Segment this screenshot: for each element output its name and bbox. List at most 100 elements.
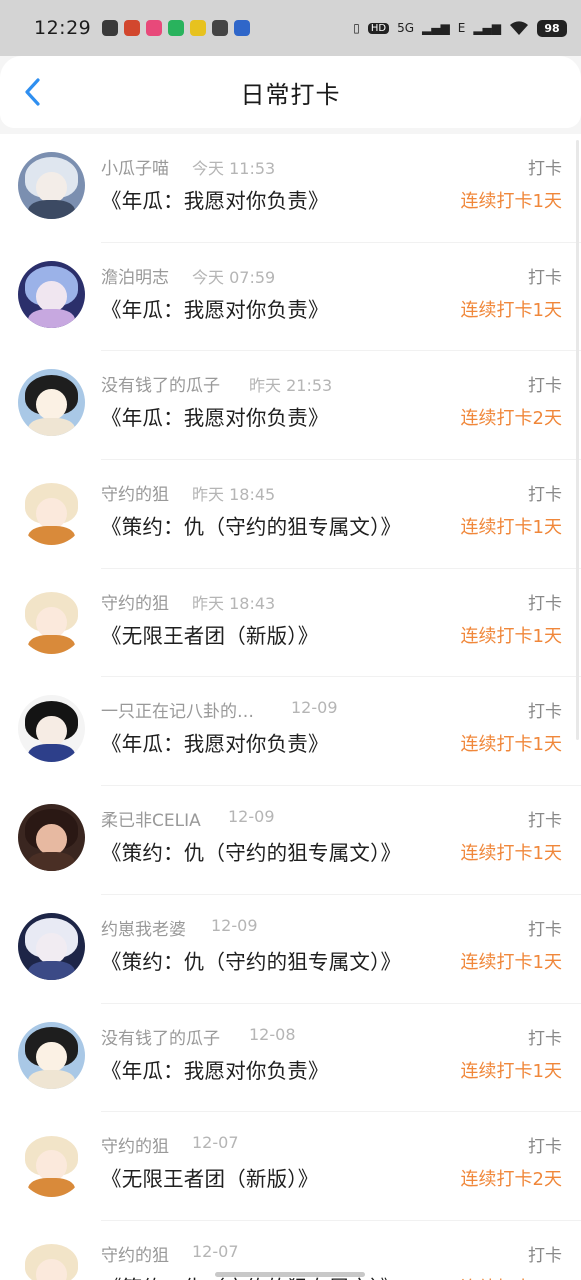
streak-label: 连续打卡1天 — [460, 625, 562, 647]
checkin-time: 昨天 18:45 — [192, 485, 276, 505]
wechat-icon — [102, 20, 118, 36]
action-label: 打卡 — [528, 702, 562, 723]
streak-label: 连续打卡2天 — [460, 1169, 562, 1191]
avatar-face — [36, 498, 67, 529]
avatar[interactable] — [18, 1021, 85, 1089]
checkin-row[interactable]: 一只正在记八卦的… 12-09 《年瓜：我愿对你负责》 打卡连续打卡1天 — [0, 677, 581, 787]
user-name[interactable]: 一只正在记八卦的… — [101, 697, 254, 722]
avatar[interactable] — [18, 586, 85, 654]
user-name[interactable]: 澹泊明志 — [101, 263, 169, 288]
checkin-time: 12-09 — [211, 915, 258, 935]
book-title[interactable]: 《无限王者团（新版）》 — [101, 619, 318, 649]
avatar-body — [28, 417, 75, 437]
checkin-row[interactable]: 小瓜子喵 今天 11:53 《年瓜：我愿对你负责》 打卡 连续打卡1天 — [0, 134, 581, 243]
game-app-icon — [124, 20, 140, 36]
avatar-face — [36, 1041, 67, 1073]
checkin-time: 12-09 — [291, 698, 338, 718]
header: 日常打卡 — [0, 56, 581, 128]
home-indicator[interactable] — [215, 1272, 365, 1277]
user-name[interactable]: 守约的狙 — [101, 1132, 169, 1157]
action-label: 打卡 — [528, 1137, 562, 1158]
chevron-left-icon — [25, 78, 40, 106]
checkin-row[interactable]: 守约的狙 昨天 18:43 《无限王者团（新版）》 打卡连续打卡1天 — [0, 569, 581, 678]
book-title[interactable]: 《无限王者团（新版）》 — [101, 1162, 318, 1192]
streak-label: 连续打卡1天 — [461, 1274, 562, 1280]
network-5g-label: 5G — [397, 21, 415, 35]
avatar-face — [36, 1150, 67, 1182]
action-label: 打卡 — [528, 919, 562, 940]
avatar[interactable] — [18, 912, 85, 980]
avatar-body — [28, 1069, 75, 1089]
avatar[interactable] — [18, 804, 85, 872]
streak-label: 连续打卡1天 — [460, 299, 562, 321]
avatar[interactable] — [18, 152, 85, 219]
checkin-time: 今天 11:53 — [192, 159, 276, 178]
checkin-time: 昨天 18:43 — [192, 593, 276, 613]
user-name[interactable]: 柔已非CELIA — [101, 806, 201, 831]
book-title[interactable]: 《策约：仇（守约的狙专属文）》 — [101, 510, 401, 540]
back-button[interactable] — [12, 72, 52, 112]
user-name[interactable]: 没有钱了的瓜子 — [101, 371, 220, 396]
avatar-body — [28, 526, 75, 546]
avatar[interactable] — [18, 1238, 85, 1280]
user-name[interactable]: 约崽我老婆 — [101, 915, 186, 940]
checkin-row[interactable]: 守约的狙 昨天 18:45 《策约：仇（守约的狙专属文）》 打卡 连续打卡1天 — [0, 460, 581, 569]
emoji-app-icon — [190, 20, 206, 36]
checkin-row[interactable]: 柔已非CELIA 12-09 《策约：仇（守约的狙专属文）》 打卡 连续打卡1天 — [0, 786, 581, 895]
action-label: 打卡 — [528, 1245, 562, 1266]
avatar-face — [36, 715, 67, 747]
checkin-time: 12-07 — [192, 1133, 239, 1153]
user-name[interactable]: 小瓜子喵 — [101, 154, 169, 179]
network-e-label: E — [457, 21, 466, 35]
book-title[interactable]: 《年瓜：我愿对你负责》 — [101, 293, 329, 323]
streak-label: 连续打卡1天 — [460, 517, 562, 539]
user-name[interactable]: 守约的狙 — [101, 480, 169, 505]
book-title[interactable]: 《年瓜：我愿对你负责》 — [101, 727, 329, 757]
avatar[interactable] — [18, 260, 85, 328]
avatar-face — [36, 606, 67, 638]
hd-badge: HD — [367, 22, 390, 34]
checkin-time: 12-09 — [228, 807, 275, 827]
action-label: 打卡 — [528, 593, 562, 614]
action-label: 打卡 — [528, 1028, 562, 1049]
avatar[interactable] — [18, 478, 85, 546]
avatar[interactable] — [18, 369, 85, 437]
status-time: 12:29 — [34, 17, 92, 39]
status-bar: 12:29 ▯ HD 5G ▂▄▆ E ▂▄▆ 98 — [0, 0, 581, 56]
avatar-body — [28, 1178, 75, 1198]
pinwheel-icon — [212, 20, 228, 36]
checkin-row[interactable]: 没有钱了的瓜子 12-08 《年瓜：我愿对你负责》 打卡 连续打卡1天 — [0, 1004, 581, 1113]
user-name[interactable]: 守约的狙 — [101, 1241, 169, 1266]
action-label: 打卡 — [528, 376, 562, 397]
book-title[interactable]: 《年瓜：我愿对你负责》 — [101, 184, 329, 214]
avatar-face — [36, 389, 67, 421]
checkin-row[interactable]: 没有钱了的瓜子 昨天 21:53 《年瓜：我愿对你负责》 打卡 连续打卡2天 — [0, 351, 581, 461]
battery-level: 98 — [544, 21, 560, 35]
checkin-row[interactable]: 澹泊明志 今天 07:59 《年瓜：我愿对你负责》 打卡 连续打卡1天 — [0, 243, 581, 352]
user-name[interactable]: 没有钱了的瓜子 — [101, 1024, 220, 1049]
book-title[interactable]: 《年瓜：我愿对你负责》 — [101, 1054, 329, 1084]
streak-label: 连续打卡1天 — [460, 191, 562, 212]
avatar-face — [36, 172, 67, 203]
avatar[interactable] — [18, 1130, 85, 1198]
user-name[interactable]: 守约的狙 — [101, 589, 169, 614]
notification-icons — [102, 20, 250, 36]
scrollbar[interactable] — [576, 140, 579, 740]
book-title[interactable]: 《策约：仇（守约的狙专属文）》 — [101, 945, 401, 975]
checkin-list[interactable]: 小瓜子喵 今天 11:53 《年瓜：我愿对你负责》 打卡 连续打卡1天 澹泊明志 今天 07… — [0, 134, 581, 1280]
checkin-row[interactable]: 守约的狙 12-07 《无限王者团（新版）》 打卡连续打卡2天 — [0, 1112, 581, 1221]
signal-icon-2: ▂▄▆ — [473, 21, 501, 35]
avatar[interactable] — [18, 695, 85, 763]
play-app-icon — [168, 20, 184, 36]
book-title[interactable]: 《年瓜：我愿对你负责》 — [101, 401, 329, 431]
checkin-row[interactable]: 约崽我老婆 12-09 《策约：仇（守约的狙专属文）》 打卡 连续打卡1天 — [0, 895, 581, 1004]
signal-icon: ▂▄▆ — [422, 21, 450, 35]
avatar-body — [28, 308, 75, 328]
battery-icon: 98 — [537, 19, 567, 37]
avatar-body — [28, 634, 75, 654]
book-title[interactable]: 《策约：仇（守约的狙专属文）》 — [101, 836, 401, 866]
streak-label: 连续打卡1天 — [460, 734, 562, 756]
page-title: 日常打卡 — [240, 80, 341, 109]
checkin-time: 12-07 — [192, 1241, 239, 1261]
streak-label: 连续打卡1天 — [460, 843, 562, 865]
